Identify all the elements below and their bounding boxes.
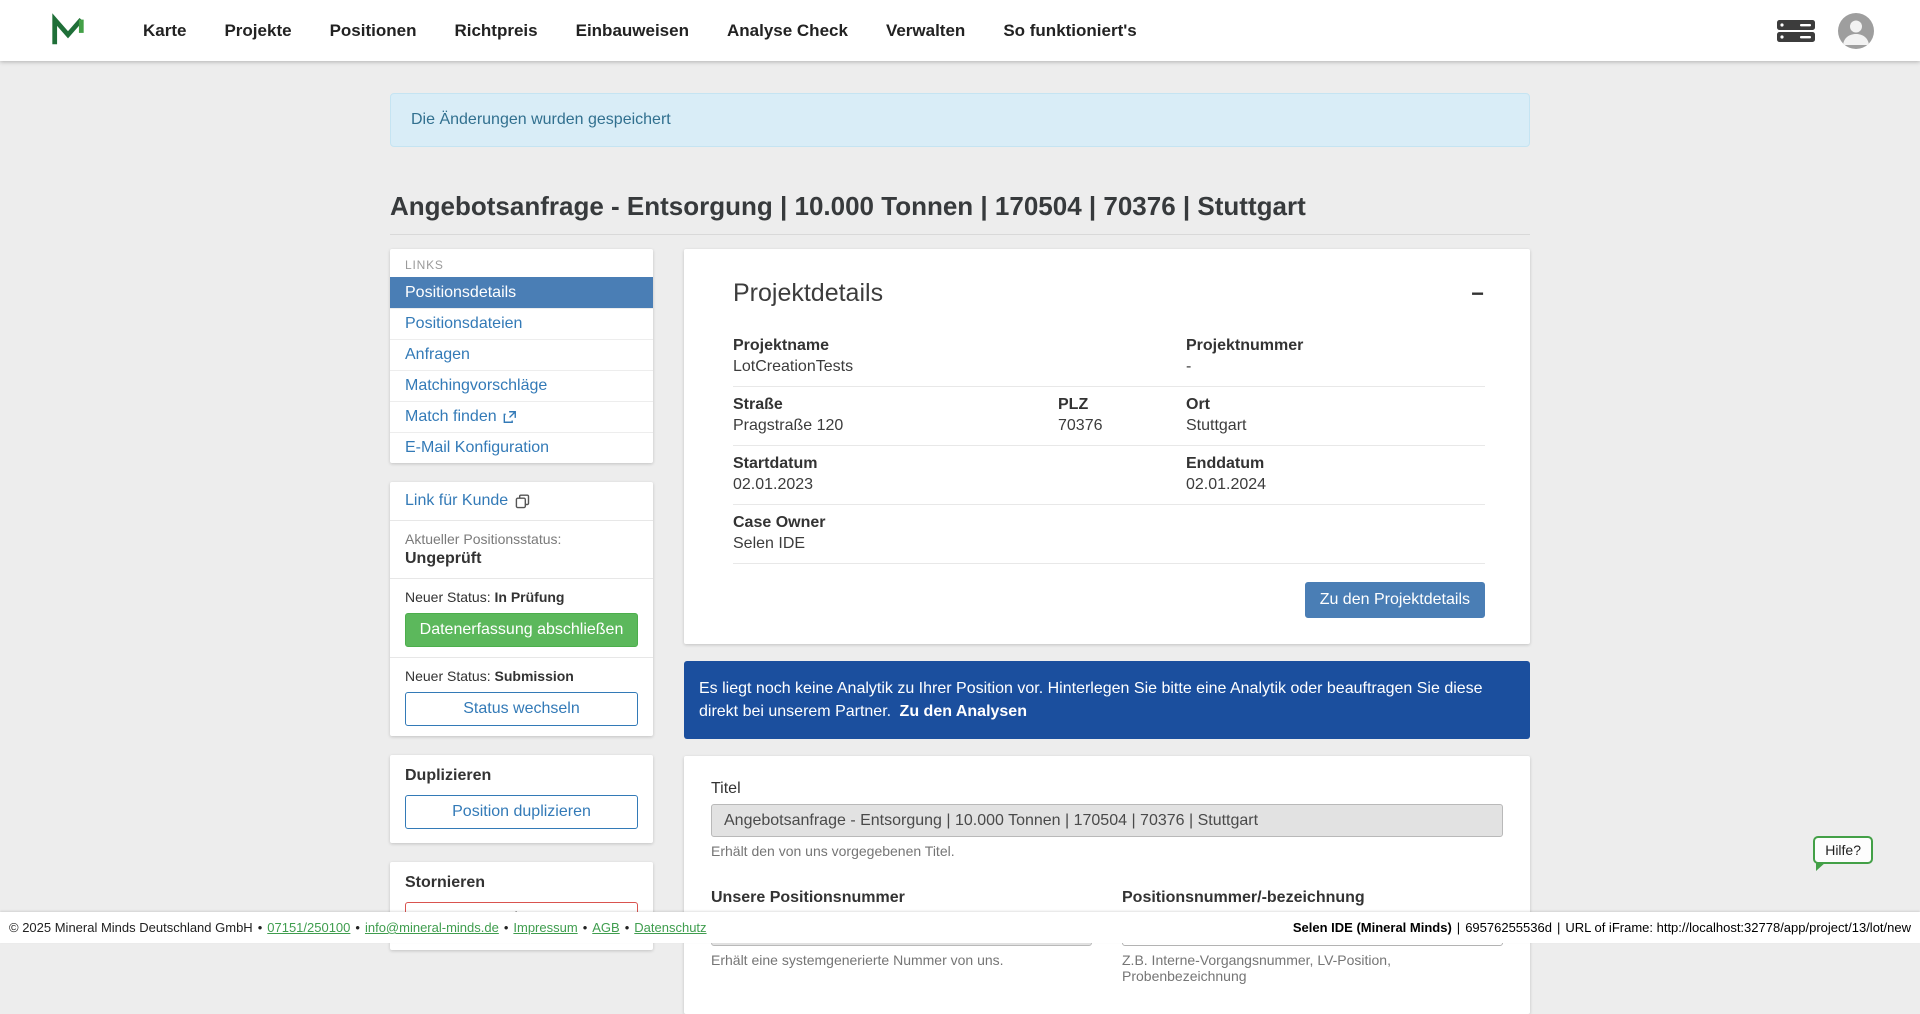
project-details-button[interactable]: Zu den Projektdetails — [1305, 582, 1485, 618]
project-row-1: Projektname LotCreationTests Projektnumm… — [733, 328, 1485, 387]
nav-item-verwalten[interactable]: Verwalten — [886, 21, 965, 41]
ort-value: Stuttgart — [1186, 417, 1475, 435]
plz-value: 70376 — [1058, 417, 1176, 435]
switch-status-button[interactable]: Status wechseln — [405, 692, 638, 726]
next-status-submission-line: Neuer Status: Submission — [405, 668, 638, 684]
customer-link[interactable]: Link für Kunde — [405, 492, 530, 510]
footer-left: © 2025 Mineral Minds Deutschland GmbH • … — [9, 920, 707, 935]
analytics-banner: Es liegt noch keine Analytik zu Ihrer Po… — [684, 661, 1530, 739]
plz-label: PLZ — [1058, 396, 1176, 414]
pos-number-help: Z.B. Interne-Vorgangsnummer, LV-Position… — [1122, 952, 1503, 984]
footer-datenschutz-link[interactable]: Datenschutz — [634, 920, 706, 935]
person-icon — [1838, 13, 1874, 49]
current-status-value: Ungeprüft — [405, 550, 638, 568]
footer-session-id: 69576255536d — [1465, 920, 1552, 935]
top-navbar: Karte Projekte Positionen Richtpreis Ein… — [0, 0, 1920, 61]
case-owner-label: Case Owner — [733, 514, 1475, 532]
collapse-button[interactable]: − — [1471, 283, 1484, 305]
nav-item-projekte[interactable]: Projekte — [224, 21, 291, 41]
projektnummer-value: - — [1186, 358, 1475, 376]
project-details-card: − Projektdetails Projektname LotCreation… — [684, 249, 1530, 644]
cancel-card-title: Stornieren — [405, 874, 638, 892]
strasse-label: Straße — [733, 396, 1048, 414]
position-form-card: Titel Erhält den von uns vorgegebenen Ti… — [684, 756, 1530, 1014]
projektnummer-label: Projektnummer — [1186, 337, 1475, 355]
footer-email-link[interactable]: info@mineral-minds.de — [365, 920, 499, 935]
duplicate-card-title: Duplizieren — [405, 767, 638, 785]
complete-data-entry-button[interactable]: Datenerfassung abschließen — [405, 613, 638, 647]
sidebar-item-matchingvorschlaege[interactable]: Matchingvorschläge — [390, 370, 653, 401]
help-button[interactable]: Hilfe? — [1813, 836, 1873, 864]
our-number-help: Erhält eine systemgenerierte Nummer von … — [711, 952, 1092, 968]
sidebar-item-match-finden[interactable]: Match finden — [390, 401, 653, 432]
sidebar-links-card: LINKS Positionsdetails Positionsdateien … — [390, 249, 653, 463]
projektname-label: Projektname — [733, 337, 1176, 355]
server-icon[interactable] — [1776, 18, 1816, 44]
sidebar-item-email-konfiguration[interactable]: E-Mail Konfiguration — [390, 432, 653, 463]
main-nav: Karte Projekte Positionen Richtpreis Ein… — [143, 21, 1137, 41]
nav-item-so-funktionierts[interactable]: So funktioniert's — [1003, 21, 1136, 41]
analytics-banner-text: Es liegt noch keine Analytik zu Ihrer Po… — [699, 680, 1483, 720]
ort-label: Ort — [1186, 396, 1475, 414]
nav-item-positionen[interactable]: Positionen — [330, 21, 417, 41]
page-title: Angebotsanfrage - Entsorgung | 10.000 To… — [390, 191, 1530, 235]
titel-input — [711, 804, 1503, 837]
enddatum-label: Enddatum — [1186, 455, 1475, 473]
footer: © 2025 Mineral Minds Deutschland GmbH • … — [0, 912, 1920, 943]
footer-agb-link[interactable]: AGB — [592, 920, 619, 935]
nav-item-einbauweisen[interactable]: Einbauweisen — [576, 21, 689, 41]
enddatum-value: 02.01.2024 — [1186, 476, 1475, 494]
sidebar-item-anfragen[interactable]: Anfragen — [390, 339, 653, 370]
external-link-icon — [503, 410, 517, 424]
nav-item-richtpreis[interactable]: Richtpreis — [454, 21, 537, 41]
project-row-2: Straße Pragstraße 120 PLZ 70376 Ort Stut… — [733, 387, 1485, 446]
user-avatar[interactable] — [1838, 13, 1874, 49]
next-status-review-line: Neuer Status: In Prüfung — [405, 589, 638, 605]
footer-session-info: Selen IDE (Mineral Minds) | 69576255536d… — [1293, 920, 1911, 935]
startdatum-value: 02.01.2023 — [733, 476, 1176, 494]
navbar-right — [1776, 13, 1874, 49]
pos-number-label: Positionsnummer/-bezeichnung — [1122, 889, 1503, 907]
nav-item-analyse-check[interactable]: Analyse Check — [727, 21, 848, 41]
startdatum-label: Startdatum — [733, 455, 1176, 473]
links-header: LINKS — [390, 249, 653, 277]
nav-item-karte[interactable]: Karte — [143, 21, 186, 41]
projektname-value: LotCreationTests — [733, 358, 1176, 376]
footer-copyright: © 2025 Mineral Minds Deutschland GmbH — [9, 920, 253, 935]
titel-group: Titel Erhält den von uns vorgegebenen Ti… — [711, 780, 1503, 859]
strasse-value: Pragstraße 120 — [733, 417, 1048, 435]
project-row-3: Startdatum 02.01.2023 Enddatum 02.01.202… — [733, 446, 1485, 505]
project-row-4: Case Owner Selen IDE — [733, 505, 1485, 564]
analytics-link[interactable]: Zu den Analysen — [900, 703, 1027, 720]
success-alert: Die Änderungen wurden gespeichert — [390, 93, 1530, 147]
titel-label: Titel — [711, 780, 1503, 798]
page-container: Die Änderungen wurden gespeichert Angebo… — [390, 93, 1530, 1014]
app-logo[interactable] — [49, 12, 87, 50]
current-status-label: Aktueller Positionsstatus: — [405, 531, 638, 547]
brand-m-icon — [49, 12, 87, 50]
duplicate-card: Duplizieren Position duplizieren — [390, 755, 653, 843]
duplicate-position-button[interactable]: Position duplizieren — [405, 795, 638, 829]
alert-message: Die Änderungen wurden gespeichert — [411, 111, 671, 128]
titel-help: Erhält den von uns vorgegebenen Titel. — [711, 843, 1503, 859]
main-panel: − Projektdetails Projektname LotCreation… — [684, 249, 1530, 1014]
copy-icon — [515, 494, 530, 509]
sidebar-item-positionsdetails[interactable]: Positionsdetails — [390, 277, 653, 308]
our-number-label: Unsere Positionsnummer — [711, 889, 1092, 907]
footer-impressum-link[interactable]: Impressum — [513, 920, 577, 935]
footer-phone-link[interactable]: 07151/250100 — [267, 920, 350, 935]
project-details-title: Projektdetails — [733, 279, 1485, 308]
footer-user: Selen IDE (Mineral Minds) — [1293, 920, 1452, 935]
case-owner-value: Selen IDE — [733, 535, 1475, 553]
sidebar: LINKS Positionsdetails Positionsdateien … — [390, 249, 653, 950]
status-card: Link für Kunde Aktueller Positionsstatus… — [390, 482, 653, 736]
footer-iframe-url: URL of iFrame: http://localhost:32778/ap… — [1565, 920, 1911, 935]
sidebar-item-positionsdateien[interactable]: Positionsdateien — [390, 308, 653, 339]
